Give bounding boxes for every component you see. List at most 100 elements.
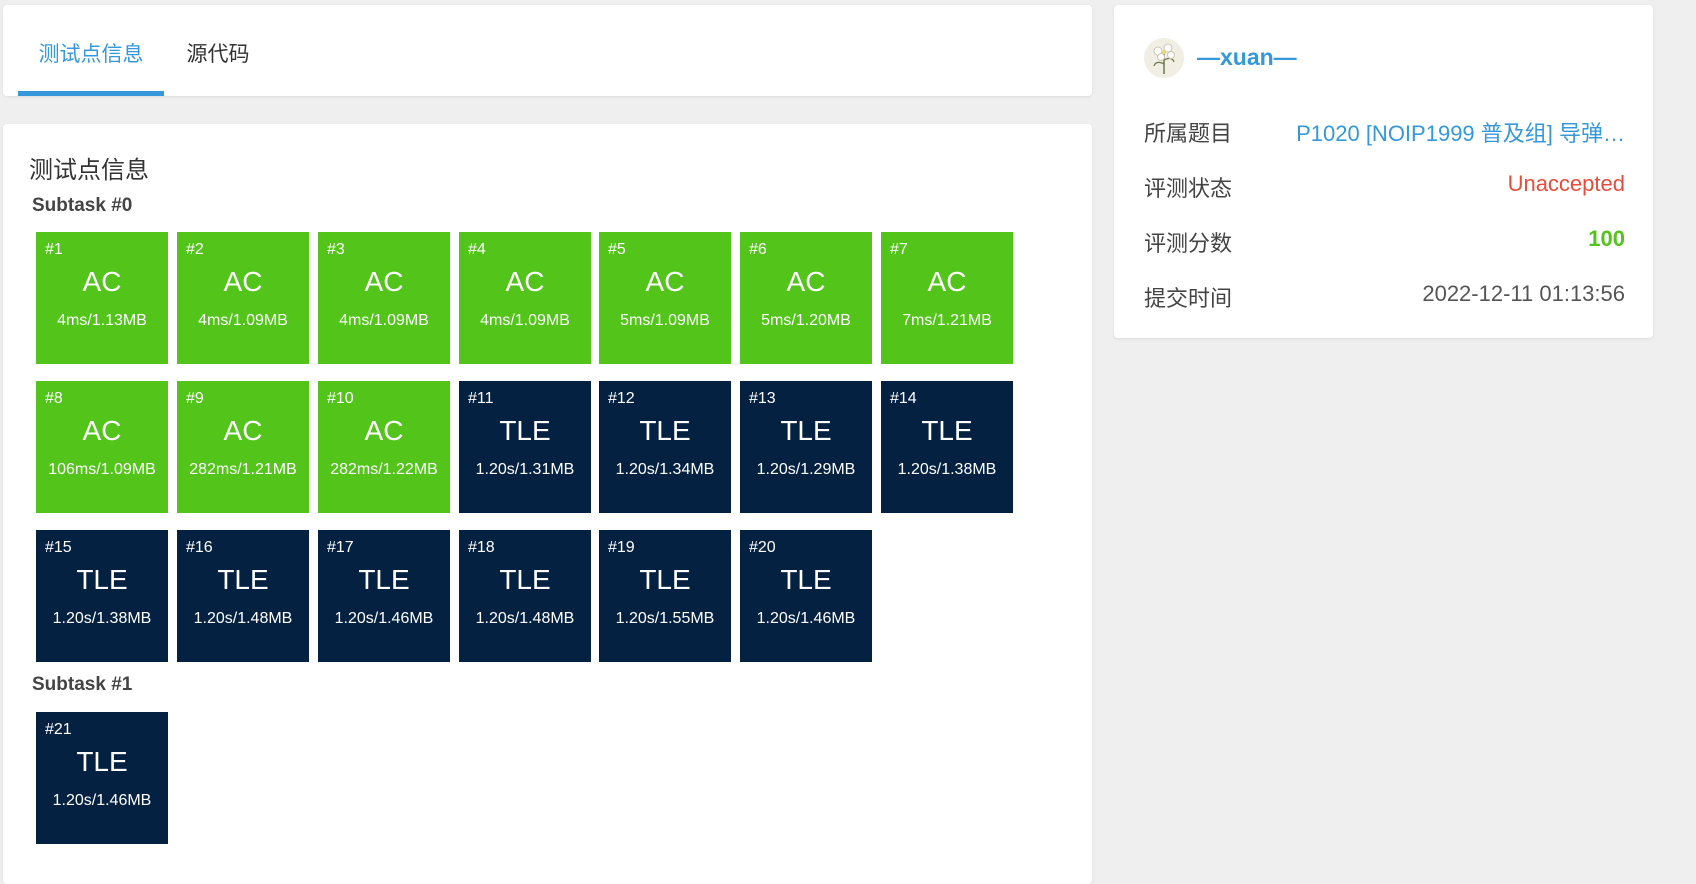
testcase-status: AC [223,415,263,446]
testcase-result: 1.20s/1.38MB [52,610,152,627]
subtask-title: Subtask #1 [32,674,133,695]
testcase-tile[interactable]: #4 AC 4ms/1.09MB [459,232,591,364]
testcase-number: #8 [45,390,63,407]
testcase-number: #17 [327,539,354,556]
testcase-result: 1.20s/1.46MB [52,792,152,809]
testcase-result: 106ms/1.09MB [48,461,156,478]
testcase-result: 282ms/1.21MB [189,461,297,478]
submit-time-value: 2022-12-11 01:13:56 [1422,281,1625,306]
testcase-result: 1.20s/1.31MB [475,461,575,478]
testcase-result: 1.20s/1.46MB [334,610,434,627]
testcase-status: TLE [780,564,832,595]
flower-avatar-icon[interactable] [1144,38,1184,78]
info-label: 提交时间 [1144,286,1233,311]
testcase-number: #14 [890,390,917,407]
testcase-result: 1.20s/1.29MB [756,461,856,478]
testcase-tile[interactable]: #20 TLE 1.20s/1.46MB [740,530,872,662]
testcase-result: 1.20s/1.48MB [475,610,575,627]
testcase-number: #21 [45,721,72,738]
testcase-number: #12 [608,390,635,407]
testcase-tile[interactable]: #19 TLE 1.20s/1.55MB [599,530,731,662]
testcase-number: #9 [186,390,204,407]
testcase-status: TLE [76,746,128,777]
testcase-number: #7 [890,241,908,258]
testcase-result: 7ms/1.21MB [902,312,992,329]
problem-link[interactable]: P1020 [NOIP1999 普及组] 导弹… [1296,116,1625,148]
info-row-submit-time: 提交时间 2022-12-11 01:13:56 [1144,275,1625,315]
testcase-number: #18 [468,539,495,556]
info-label: 所属题目 [1144,121,1233,146]
testcase-number: #2 [186,241,204,258]
tab-testcases[interactable]: 测试点信息 [18,5,164,96]
testcase-number: #11 [468,390,494,407]
testcase-tile[interactable]: #1 AC 4ms/1.13MB [36,232,168,364]
tab-source-code[interactable]: 源代码 [178,5,258,96]
testcase-status: TLE [639,415,691,446]
info-label: 评测分数 [1144,231,1233,256]
info-row-problem: 所属题目 P1020 [NOIP1999 普及组] 导弹… [1144,110,1625,150]
testcase-result: 4ms/1.09MB [339,312,429,329]
testcase-number: #1 [45,241,63,258]
testcase-number: #15 [45,539,72,556]
testcase-status: TLE [921,415,973,446]
testcase-result: 5ms/1.20MB [761,312,851,329]
status-value: Unaccepted [1507,171,1625,196]
info-row-score: 评测分数 100 [1144,220,1625,260]
testcase-result: 4ms/1.09MB [198,312,288,329]
info-label: 评测状态 [1144,176,1233,201]
testcase-tile[interactable]: #16 TLE 1.20s/1.48MB [177,530,309,662]
testcase-result: 4ms/1.09MB [480,312,570,329]
testcase-result: 282ms/1.22MB [330,461,438,478]
testcase-tile[interactable]: #13 TLE 1.20s/1.29MB [740,381,872,513]
testcase-status: AC [645,266,685,297]
testcase-status: AC [82,266,122,297]
testcase-number: #13 [749,390,776,407]
testcase-result: 4ms/1.13MB [57,312,147,329]
testcase-result: 1.20s/1.55MB [615,610,715,627]
testcase-status: TLE [780,415,832,446]
info-row-status: 评测状态 Unaccepted [1144,165,1625,205]
testcase-number: #19 [608,539,635,556]
testcase-tile[interactable]: #6 AC 5ms/1.20MB [740,232,872,364]
testcase-number: #5 [608,241,626,258]
testcase-status: AC [364,415,404,446]
testcase-result: 1.20s/1.34MB [615,461,715,478]
testcase-number: #6 [749,241,767,258]
testcase-number: #16 [186,539,213,556]
testcase-tile[interactable]: #5 AC 5ms/1.09MB [599,232,731,364]
testcase-tile[interactable]: #18 TLE 1.20s/1.48MB [459,530,591,662]
testcase-number: #10 [327,390,354,407]
testcase-result: 5ms/1.09MB [620,312,710,329]
testcase-number: #4 [468,241,486,258]
testcase-tile[interactable]: #7 AC 7ms/1.21MB [881,232,1013,364]
testcase-status: AC [82,415,122,446]
tabs-card: 测试点信息 源代码 [3,5,1092,96]
username-link[interactable]: —xuan— [1197,44,1297,71]
section-title: 测试点信息 [29,157,149,184]
testcase-status: AC [505,266,545,297]
testcase-tile[interactable]: #2 AC 4ms/1.09MB [177,232,309,364]
score-value: 100 [1588,226,1625,251]
testcase-result: 1.20s/1.38MB [897,461,997,478]
testcase-status: AC [786,266,826,297]
testcase-tile[interactable]: #11 TLE 1.20s/1.31MB [459,381,591,513]
subtask-title: Subtask #0 [32,195,133,216]
testcase-status: TLE [76,564,128,595]
testcase-status: AC [223,266,263,297]
testcase-tile[interactable]: #17 TLE 1.20s/1.46MB [318,530,450,662]
testcase-tile[interactable]: #15 TLE 1.20s/1.38MB [36,530,168,662]
testcase-tile[interactable]: #10 AC 282ms/1.22MB [318,381,450,513]
testcase-tile[interactable]: #14 TLE 1.20s/1.38MB [881,381,1013,513]
testcase-status: AC [927,266,967,297]
testcase-status: TLE [358,564,410,595]
testcase-tile[interactable]: #9 AC 282ms/1.21MB [177,381,309,513]
testcase-tile[interactable]: #12 TLE 1.20s/1.34MB [599,381,731,513]
testcase-tile[interactable]: #3 AC 4ms/1.09MB [318,232,450,364]
testcase-status: AC [364,266,404,297]
testcase-status: TLE [217,564,269,595]
testcase-tile[interactable]: #21 TLE 1.20s/1.46MB [36,712,168,844]
testcase-tile[interactable]: #8 AC 106ms/1.09MB [36,381,168,513]
testcase-result: 1.20s/1.48MB [193,610,293,627]
testcase-status: TLE [639,564,691,595]
testcase-status: TLE [499,564,551,595]
